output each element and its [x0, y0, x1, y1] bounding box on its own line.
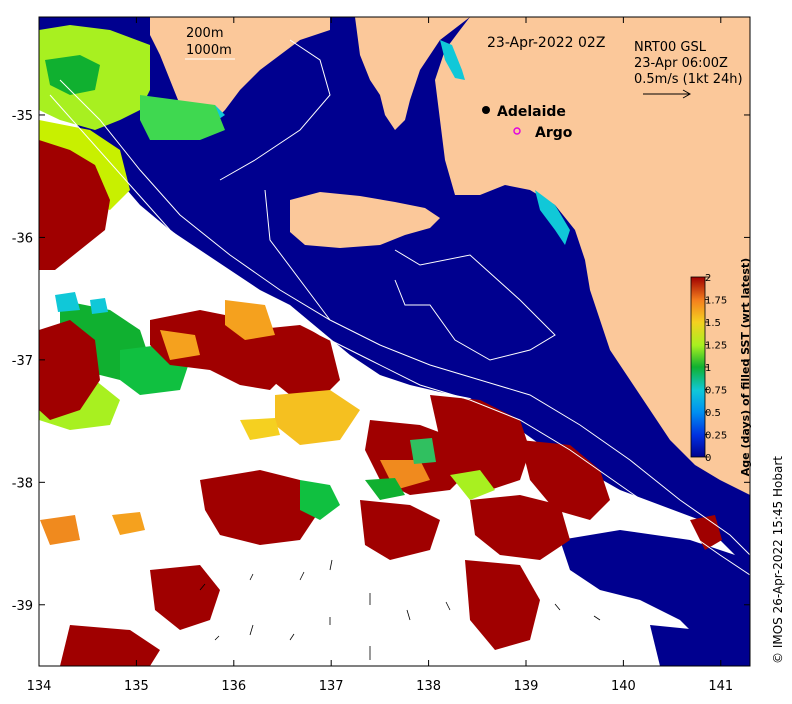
- colorbar-tick-label: 1.5: [705, 318, 721, 329]
- colorbar-tick-label: 0.75: [705, 386, 727, 397]
- y-tick-label: -39: [12, 599, 33, 614]
- product-line-1: NRT00 GSL: [634, 40, 707, 55]
- colorbar-tick-label: 0: [705, 453, 711, 464]
- x-tick-label: 134: [27, 679, 52, 694]
- x-tick-label: 141: [708, 679, 733, 694]
- map-date-label: 23-Apr-2022 02Z: [487, 35, 605, 51]
- y-tick-label: -35: [12, 109, 33, 124]
- x-tick-label: 138: [416, 679, 441, 694]
- map-plot-area: [39, 17, 750, 666]
- x-tick-label: 136: [221, 679, 246, 694]
- depth-label-1000m: 1000m: [186, 43, 232, 58]
- product-line-2: 23-Apr 06:00Z: [634, 56, 728, 71]
- x-tick-label: 137: [319, 679, 344, 694]
- x-tick-label: 140: [611, 679, 636, 694]
- y-tick-label: -38: [12, 476, 33, 491]
- product-line-3: 0.5m/s (1kt 24h): [634, 72, 743, 87]
- y-tick-label: -36: [12, 231, 33, 246]
- adelaide-marker: [482, 106, 490, 114]
- region-green-c: [410, 438, 436, 464]
- x-tick-label: 135: [124, 679, 149, 694]
- depth-label-200m: 200m: [186, 26, 223, 41]
- colorbar: [690, 276, 706, 458]
- credit-label: © IMOS 26-Apr-2022 15:45 Hobart: [771, 456, 785, 664]
- colorbar-tick-label: 0.25: [705, 431, 727, 442]
- sst-age-map: Adelaide Argo 200m 1000m 23-Apr-2022 02Z…: [12, 16, 785, 694]
- y-tick-label: -37: [12, 354, 33, 369]
- colorbar-tick-label: 1: [705, 363, 711, 374]
- colorbar-tick-label: 1.25: [705, 341, 727, 352]
- colorbar-title: Age (days) of filled SST (wrt latest): [739, 258, 752, 476]
- colorbar-tick-label: 1.75: [705, 296, 727, 307]
- x-tick-label: 139: [514, 679, 539, 694]
- colorbar-tick-label: 0.5: [705, 408, 721, 419]
- colorbar-tick-label: 2: [705, 273, 711, 284]
- argo-label: Argo: [535, 125, 573, 141]
- sst-map-figure: Adelaide Argo 200m 1000m 23-Apr-2022 02Z…: [0, 0, 792, 700]
- adelaide-label: Adelaide: [497, 104, 566, 120]
- region-cyan-w2: [90, 298, 108, 314]
